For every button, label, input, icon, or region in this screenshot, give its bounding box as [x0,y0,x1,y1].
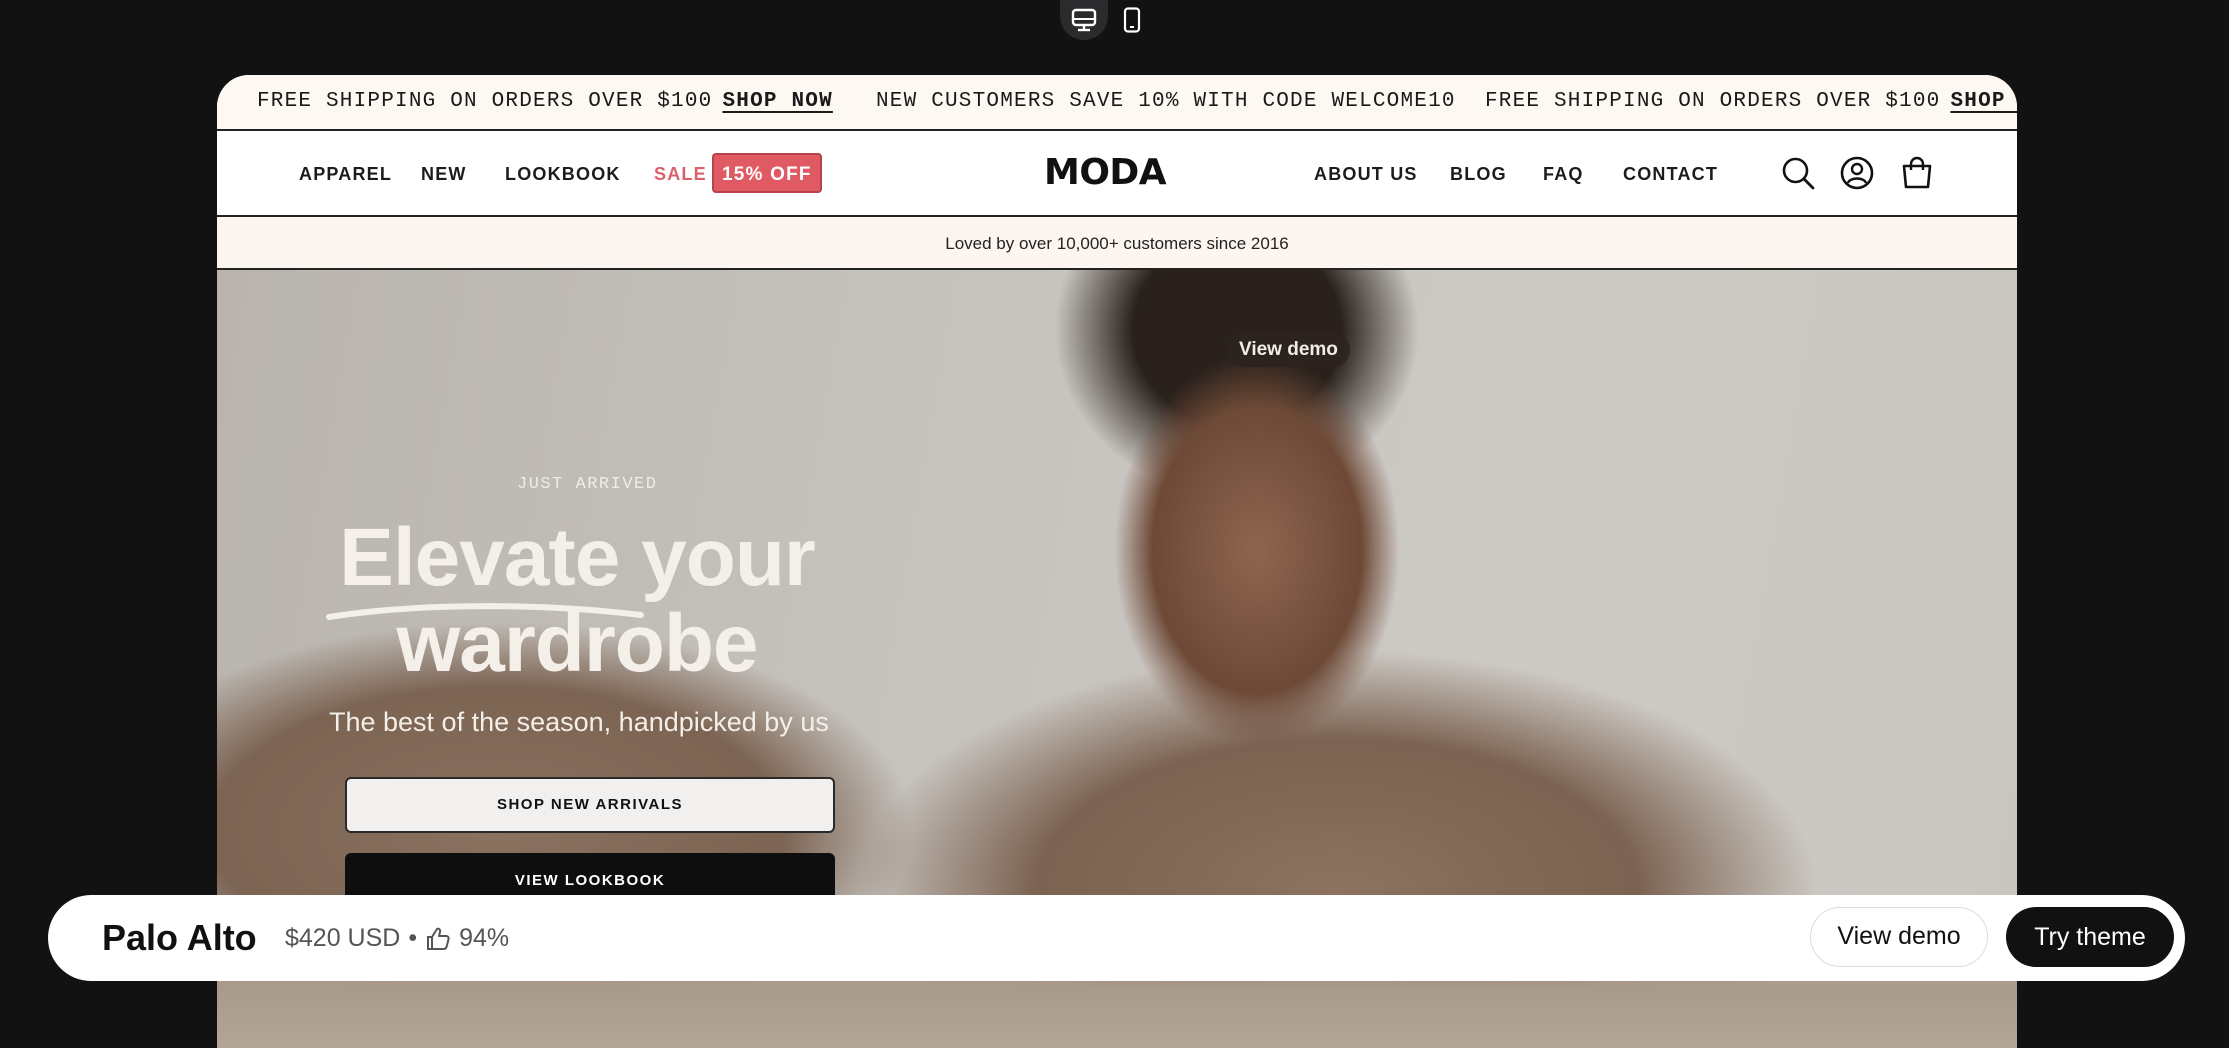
announcement-item: NEW CUSTOMERS SAVE 10% WITH CODE WELCOME… [876,90,1456,113]
meta-separator: • [408,924,418,952]
announcement-item: FREE SHIPPING ON ORDERS OVER $100 SHOP NO… [1485,90,2017,113]
shop-new-arrivals-button[interactable]: SHOP NEW ARRIVALS [345,777,835,833]
cart-icon [1902,156,1932,189]
theme-rating: 94% [459,924,510,952]
nav-apparel[interactable]: APPAREL [299,164,392,185]
store-logo[interactable]: MODA [1044,152,1167,193]
hero-view-demo-pill[interactable]: View demo [1227,333,1350,367]
desktop-icon [1071,8,1097,32]
theme-name: Palo Alto [102,917,257,958]
theme-meta: $420 USD • 94% [285,924,509,953]
shop-now-link[interactable]: SHOP NOW [722,90,832,113]
theme-price: $420 USD [285,924,401,952]
announcement-text: FREE SHIPPING ON ORDERS OVER $100 [257,90,713,113]
mobile-view-button[interactable] [1108,0,1156,40]
sale-badge: 15% OFF [712,153,822,193]
search-icon [1782,157,1815,190]
nav-lookbook[interactable]: LOOKBOOK [505,164,621,185]
nav-new[interactable]: NEW [421,164,467,185]
theme-info-bar: Palo Alto $420 USD • 94% View demo Try t… [48,895,2185,981]
shop-now-link[interactable]: SHOP NOW [1950,90,2017,113]
desktop-view-button[interactable] [1060,0,1108,40]
announcement-item: FREE SHIPPING ON ORDERS OVER $100 SHOP NO… [257,90,833,113]
main-navigation: APPAREL NEW LOOKBOOK SALE 15% OFF MODA A… [217,131,2017,217]
try-theme-button[interactable]: Try theme [2006,907,2174,967]
nav-faq[interactable]: FAQ [1543,164,1584,185]
announcement-bar: FREE SHIPPING ON ORDERS OVER $100 SHOP NO… [217,75,2017,131]
headline-underline-swash [326,603,644,620]
thumbs-up-icon [427,927,450,950]
nav-blog[interactable]: BLOG [1450,164,1507,185]
mobile-icon [1123,7,1141,33]
headline-word-your: your [641,512,816,603]
nav-about-us[interactable]: ABOUT US [1314,164,1418,185]
search-button[interactable] [1780,155,1816,191]
nav-contact[interactable]: CONTACT [1623,164,1718,185]
account-button[interactable] [1839,155,1875,191]
hero-subheading: The best of the season, handpicked by us [329,707,829,737]
device-switcher [1060,0,1156,40]
announcement-text: FREE SHIPPING ON ORDERS OVER $100 [1485,90,1941,113]
view-demo-button[interactable]: View demo [1810,907,1988,967]
announcement-text: NEW CUSTOMERS SAVE 10% WITH CODE WELCOME… [876,90,1456,113]
hero-kicker: JUST ARRIVED [517,475,658,494]
cart-button[interactable] [1899,155,1935,191]
nav-sale[interactable]: SALE [654,164,707,185]
headline-word-elevate: Elevate [339,512,620,603]
trust-banner: Loved by over 10,000+ customers since 20… [217,217,2017,270]
account-icon [1840,156,1874,190]
